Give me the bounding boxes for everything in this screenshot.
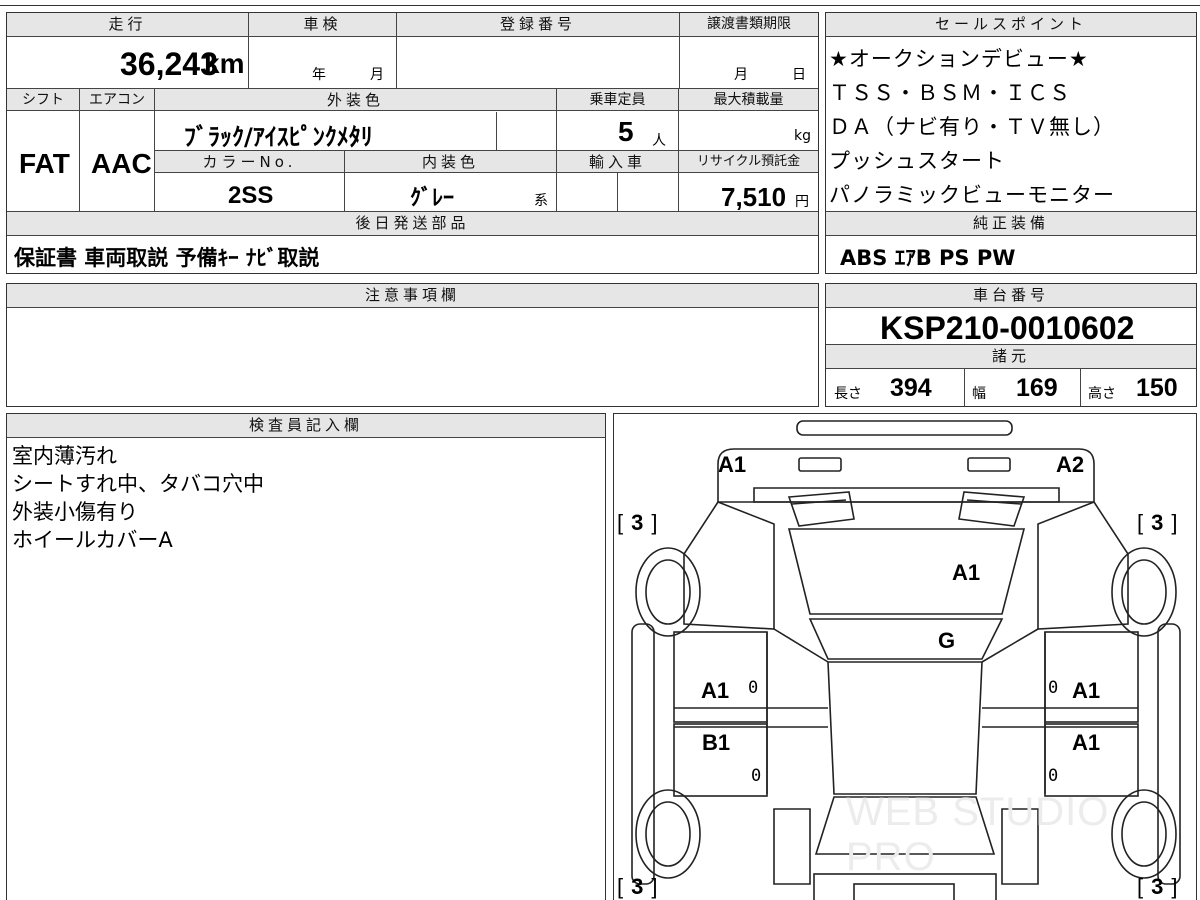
color-no-value: 2SS <box>228 182 274 209</box>
genuine-equipment-value: ABS ｴｱB PS PW <box>840 246 1016 270</box>
shaken-header: 車検 <box>249 13 396 37</box>
inspector-note-line: 室内薄汚れ <box>12 444 117 468</box>
capacity-unit: 人 <box>652 133 666 149</box>
notes-header: 注意事項欄 <box>7 284 818 308</box>
mileage-header: 走行 <box>7 13 248 37</box>
max-load-unit: kg <box>794 128 811 144</box>
damage-rear-door-right: A1 <box>1072 730 1101 755</box>
inspector-notes: 室内薄汚れ シートすれ中、タバコ穴中 外装小傷有り ホイールカバーA <box>12 442 602 554</box>
color-no-header: カラーNo. <box>155 151 344 173</box>
shaken-month-unit: 月 <box>370 67 384 83</box>
width-value: 169 <box>1016 374 1058 402</box>
interior-color-header: 内装色 <box>345 151 556 173</box>
transfer-day-unit: 日 <box>792 67 806 83</box>
sales-point-line: プッシュスタート <box>829 149 1005 173</box>
shaken-year-unit: 年 <box>312 67 326 83</box>
genuine-equipment-header: 純正装備 <box>826 212 1196 236</box>
top-strip <box>0 0 1200 6</box>
damage-front-right: A2 <box>1056 452 1085 477</box>
later-shipping-header: 後日発送部品 <box>7 212 818 236</box>
zero-mark-front-left: 0 <box>748 678 759 698</box>
sales-points-list: ★オークションデビュー★ ＴＳＳ・ＢＳＭ・ＩＣＳ ＤＡ（ナビ有り・ＴＶ無し） プ… <box>829 42 1195 212</box>
damage-front-left: A1 <box>718 452 747 477</box>
specs-header: 諸元 <box>826 345 1196 369</box>
zero-mark-rear-right: 0 <box>1048 766 1059 786</box>
damage-rear-door-left: B1 <box>702 730 731 755</box>
damage-front-door-left: A1 <box>701 678 730 703</box>
tire-rear-left: [3] <box>617 874 666 899</box>
transfer-deadline-header: 譲渡書類期限 <box>680 13 818 37</box>
inspector-note-line: ホイールカバーA <box>12 528 173 552</box>
tire-front-right: [3] <box>1137 510 1186 535</box>
chassis-number: KSP210-0010602 <box>880 310 1135 346</box>
import-header: 輸入車 <box>557 151 678 173</box>
exterior-color-value: ﾌﾞﾗｯｸ/ｱｲｽﾋﾟﾝｸﾒﾀﾘ <box>184 123 373 151</box>
zero-mark-front-right: 0 <box>1048 678 1059 698</box>
max-load-header: 最大積載量 <box>679 89 818 111</box>
length-label: 長さ <box>834 386 862 402</box>
ac-value: AAC <box>91 148 152 179</box>
damage-front-door-right: A1 <box>1072 678 1101 703</box>
tire-front-left: [3] <box>617 510 666 535</box>
damage-windshield: G <box>938 628 956 653</box>
capacity-value: 5 <box>618 116 634 147</box>
later-shipping-value: 保証書 車両取説 予備ｷｰ ﾅﾋﾞ取説 <box>14 246 320 270</box>
recycle-value: 7,510 <box>721 182 787 212</box>
transfer-month-unit: 月 <box>734 67 748 83</box>
ac-header: エアコン <box>80 89 154 111</box>
width-label: 幅 <box>972 386 986 402</box>
chassis-header: 車台番号 <box>826 284 1196 308</box>
interior-color-value: ｸﾞﾚｰ <box>410 186 455 211</box>
height-label: 高さ <box>1088 386 1116 402</box>
sales-point-line: パノラミックビューモニター <box>829 183 1115 207</box>
inspector-header: 検査員記入欄 <box>7 414 605 438</box>
sales-points-header: セールスポイント <box>826 13 1196 37</box>
recycle-unit: 円 <box>795 194 809 210</box>
sales-point-line: ★オークションデビュー★ <box>829 47 1089 71</box>
recycle-header: リサイクル預託金 <box>679 151 818 173</box>
shift-value: FAT <box>19 148 70 179</box>
height-value: 150 <box>1136 374 1178 402</box>
zero-mark-rear-left: 0 <box>751 766 762 786</box>
sales-point-line: ＤＡ（ナビ有り・ＴＶ無し） <box>829 115 1115 139</box>
length-value: 394 <box>890 374 932 402</box>
inspector-note-line: 外装小傷有り <box>12 500 138 524</box>
watermark: WEB STUDIO PRO <box>846 790 1110 879</box>
damage-hood: A1 <box>952 560 981 585</box>
registration-header: 登録番号 <box>397 13 679 37</box>
exterior-color-header: 外装色 <box>155 89 556 111</box>
inspector-note-line: シートすれ中、タバコ穴中 <box>12 472 264 496</box>
mileage-unit: km <box>204 48 245 79</box>
capacity-header: 乗車定員 <box>557 89 678 111</box>
interior-color-suffix: 系 <box>534 193 548 209</box>
shift-header: シフト <box>7 89 79 111</box>
sales-point-line: ＴＳＳ・ＢＳＭ・ＩＣＳ <box>829 81 1071 105</box>
